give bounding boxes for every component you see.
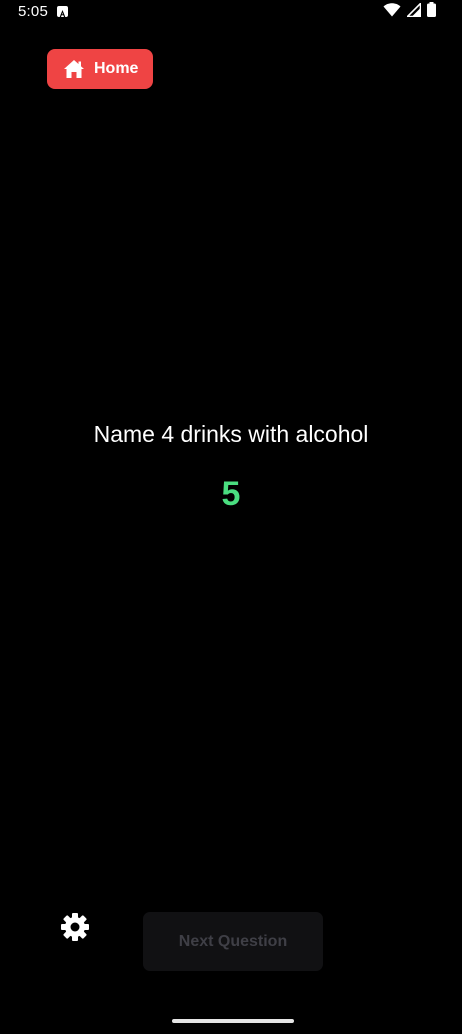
settings-button[interactable] bbox=[59, 911, 91, 943]
a-notification-icon bbox=[57, 6, 68, 17]
signal-icon bbox=[405, 1, 422, 22]
countdown-timer: 5 bbox=[221, 475, 241, 513]
home-button[interactable]: Home bbox=[47, 49, 153, 89]
next-question-button[interactable]: Next Question bbox=[143, 912, 323, 971]
gesture-nav-handle[interactable] bbox=[172, 1019, 294, 1023]
status-icons bbox=[383, 1, 436, 22]
wifi-icon bbox=[383, 2, 401, 22]
gear-icon bbox=[59, 913, 91, 947]
house-icon bbox=[63, 59, 85, 79]
home-label: Home bbox=[94, 60, 139, 77]
status-bar: 5:05 bbox=[0, 0, 462, 26]
status-time: 5:05 bbox=[18, 3, 48, 20]
question-text: Name 4 drinks with alcohol bbox=[93, 421, 369, 447]
battery-icon bbox=[427, 2, 436, 22]
